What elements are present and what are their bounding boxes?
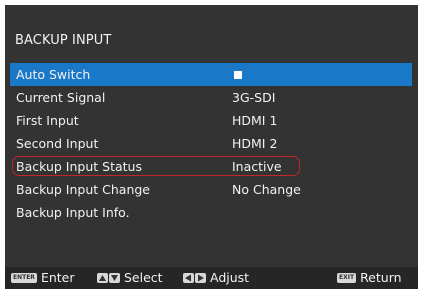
adjust-hint-label: Adjust xyxy=(210,270,250,285)
menu-item-value: 3G-SDI xyxy=(232,90,276,105)
enter-key-icon: ENTER xyxy=(11,273,37,283)
right-arrow-icon xyxy=(195,273,206,283)
key-guide-bar: ENTER Enter Select Adjust EXIT Return xyxy=(5,267,418,289)
menu-item-value: No Change xyxy=(232,182,301,197)
menu-item-value: HDMI 1 xyxy=(232,113,278,128)
menu-item-label: Backup Input Info. xyxy=(16,205,130,220)
menu-item-backup-input-info[interactable]: Backup Input Info. xyxy=(10,201,412,224)
return-hint-label: Return xyxy=(360,270,402,285)
menu-item-auto-switch[interactable]: Auto Switch xyxy=(10,63,412,86)
menu-item-label: Second Input xyxy=(16,136,99,151)
adjust-hint: Adjust xyxy=(183,270,249,286)
menu-item-backup-input-change[interactable]: Backup Input Change No Change xyxy=(10,178,412,201)
menu-item-value: HDMI 2 xyxy=(232,136,278,151)
menu-item-second-input[interactable]: Second Input HDMI 2 xyxy=(10,132,412,155)
enter-hint-label: Enter xyxy=(40,270,75,285)
left-arrow-icon xyxy=(183,273,194,283)
osd-menu-panel: BACKUP INPUT Auto Switch Current Signal … xyxy=(5,5,418,289)
menu-item-label: First Input xyxy=(16,113,79,128)
down-arrow-icon xyxy=(109,273,120,283)
menu-list: Auto Switch Current Signal 3G-SDI First … xyxy=(10,63,412,224)
select-hint-label: Select xyxy=(124,270,163,285)
menu-item-value: Inactive xyxy=(232,159,282,174)
menu-item-label: Current Signal xyxy=(16,90,106,105)
up-arrow-icon xyxy=(97,273,108,283)
menu-item-first-input[interactable]: First Input HDMI 1 xyxy=(10,109,412,132)
menu-item-label: Auto Switch xyxy=(16,67,91,82)
menu-title: BACKUP INPUT xyxy=(15,33,112,48)
select-hint: Select xyxy=(97,270,163,286)
menu-item-backup-input-status[interactable]: Backup Input Status Inactive xyxy=(10,155,412,178)
menu-item-label: Backup Input Status xyxy=(16,159,142,174)
return-hint: EXIT Return xyxy=(337,270,402,286)
checkbox-checked-icon xyxy=(234,70,242,79)
menu-item-current-signal[interactable]: Current Signal 3G-SDI xyxy=(10,86,412,109)
exit-key-icon: EXIT xyxy=(337,273,357,283)
menu-item-label: Backup Input Change xyxy=(16,182,150,197)
enter-hint: ENTER Enter xyxy=(11,270,75,286)
auto-switch-checkbox[interactable] xyxy=(232,63,242,86)
